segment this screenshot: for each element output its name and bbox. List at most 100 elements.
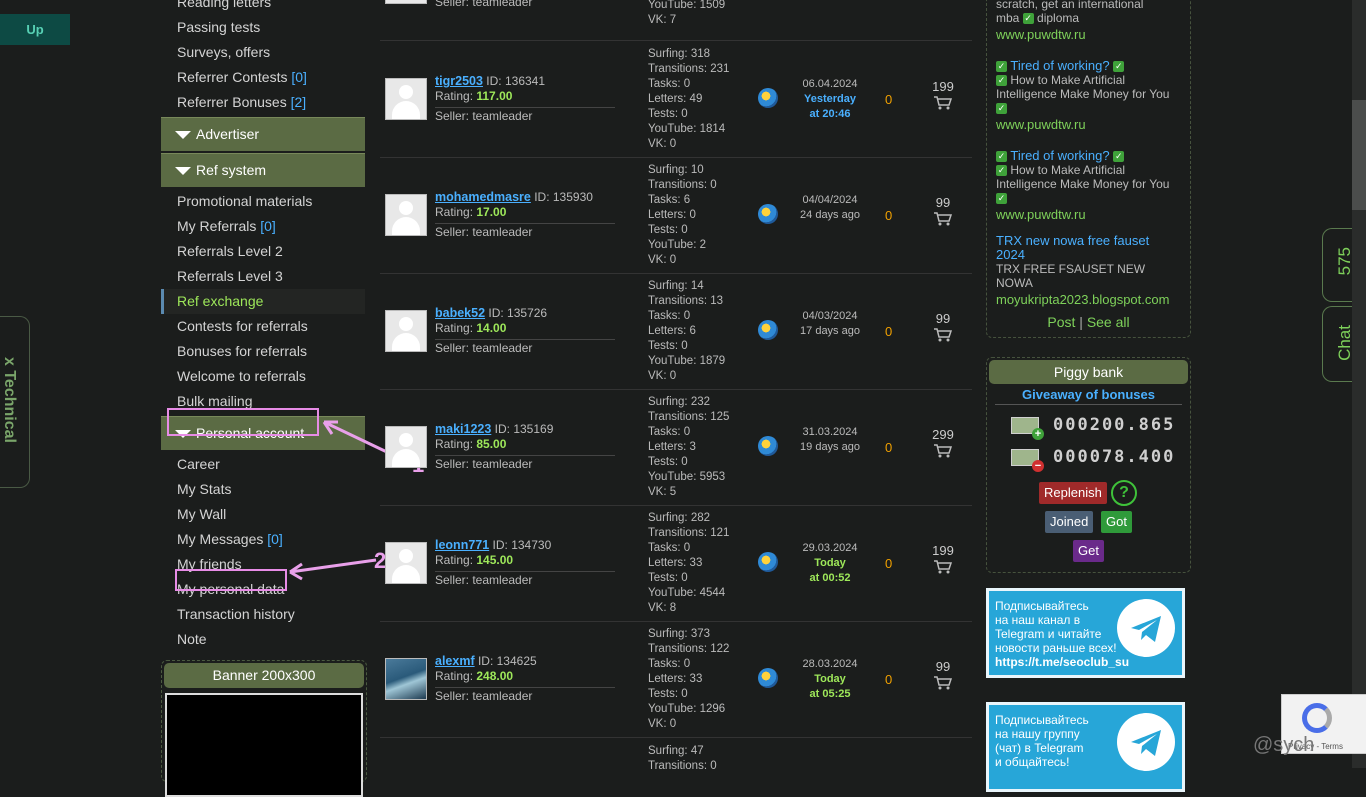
stat-line: Letters: 33 [648, 673, 703, 685]
stat-line: Tests: 0 [648, 108, 688, 120]
cart-icon[interactable] [933, 444, 953, 458]
menu-item-referrals-level-3[interactable]: Referrals Level 3 [161, 264, 365, 289]
price-value: 99 [935, 195, 951, 210]
menu-item-welcome-to-referrals[interactable]: Welcome to referrals [161, 364, 365, 389]
reg-date: 31.03.2024 [802, 426, 858, 438]
menu-item-note[interactable]: Note [161, 627, 365, 652]
cart-icon[interactable] [933, 212, 953, 226]
help-icon[interactable]: ? [1111, 480, 1137, 506]
username-link[interactable]: mohamedmasre [435, 190, 531, 204]
menu-item-promotional-materials[interactable]: Promotional materials [161, 189, 365, 214]
avatar[interactable] [385, 194, 427, 236]
stat-line: Tasks: 0 [648, 658, 691, 670]
rating-value: 17.00 [476, 205, 507, 219]
banner-image[interactable] [165, 693, 363, 797]
referral-count: 0 [885, 92, 893, 107]
table-row: leonn771 ID: 134730 Rating: 145.00 Seller:… [380, 505, 972, 622]
menu-item-surveys-offers[interactable]: Surveys, offers [161, 40, 365, 65]
ad-item[interactable]: ✓ Tired of working? ✓ ✓ How to Make Artif… [996, 149, 1181, 222]
giveaway-title: Giveaway of bonuses [995, 387, 1182, 405]
telegram-link[interactable]: https://t.me/seoclub_su [995, 655, 1129, 669]
joined-button[interactable]: Joined [1045, 511, 1094, 533]
price-value: 99 [935, 659, 951, 674]
last-activity: 19 days ago [800, 441, 860, 453]
username-link[interactable]: babek52 [435, 306, 485, 320]
username-link[interactable]: tigr2503 [435, 74, 483, 88]
technical-tab[interactable]: x Technical [0, 316, 30, 488]
avatar[interactable] [385, 310, 427, 352]
price-block: 99 [925, 311, 961, 342]
referral-count: 0 [885, 672, 893, 687]
menu-item-referrer-bonuses[interactable]: Referrer Bonuses [2] [161, 90, 365, 115]
checkmark-icon: ✓ [996, 193, 1007, 205]
income-value: 000200.865 [1053, 415, 1176, 435]
rating-value: 248.00 [476, 669, 514, 683]
stat-line: VK: 8 [648, 602, 677, 614]
ad-url[interactable]: www.puwdtw.ru [996, 118, 1181, 132]
referral-count: 0 [885, 208, 893, 223]
ad-title[interactable]: Tired of working? [1010, 148, 1109, 163]
ad-item[interactable]: scratch, get an international mba ✓ dipl… [996, 0, 1181, 42]
menu-item-bonuses-for-referrals[interactable]: Bonuses for referrals [161, 339, 365, 364]
date-block: 06.04.2024 Yesterday at 20:46 [790, 77, 870, 122]
menu-item-referrals-level-2[interactable]: Referrals Level 2 [161, 239, 365, 264]
cart-icon[interactable] [933, 676, 953, 690]
triangle-down-icon [175, 167, 191, 176]
last-activity: Today [814, 673, 846, 685]
ad-url[interactable]: www.puwdtw.ru [996, 208, 1181, 222]
avatar[interactable] [385, 426, 427, 468]
cart-icon[interactable] [933, 560, 953, 574]
ad-title[interactable]: TRX new nowa free fauset 2024 [996, 234, 1181, 262]
menu-item-passing-tests[interactable]: Passing tests [161, 15, 365, 40]
username-link[interactable]: alexmf [435, 654, 475, 668]
advertiser-section[interactable]: Advertiser [161, 117, 365, 151]
cart-icon[interactable] [933, 96, 953, 110]
avatar [385, 0, 427, 4]
menu-item-my-referrals[interactable]: My Referrals [0] [161, 214, 365, 239]
ad-item[interactable]: ✓ Tired of working? ✓ ✓ How to Make Artif… [996, 59, 1181, 132]
stat-line: YouTube: 1814 [648, 123, 726, 135]
ads-links: Post | See all [987, 314, 1190, 330]
ad-title[interactable]: Tired of working? [1010, 58, 1109, 73]
stat-line: Letters: 33 [648, 557, 703, 569]
up-button[interactable]: Up [0, 14, 70, 45]
stat-line: Surfing: 373 [648, 628, 711, 640]
scrollbar[interactable] [1352, 0, 1366, 768]
menu-item-transaction-history[interactable]: Transaction history [161, 602, 365, 627]
last-activity: Yesterday [804, 93, 856, 105]
telegram-channel-banner[interactable]: Подписывайтесь на наш канал в Telegram и… [986, 588, 1185, 678]
username-link[interactable]: leonn771 [435, 538, 489, 552]
replenish-button[interactable]: Replenish [1039, 482, 1107, 504]
menu-item-referrer-contests[interactable]: Referrer Contests [0] [161, 65, 365, 90]
see-all-link[interactable]: See all [1087, 314, 1130, 330]
post-link[interactable]: Post [1047, 314, 1075, 330]
checkmark-icon: ✓ [996, 75, 1007, 87]
avatar[interactable] [385, 658, 427, 700]
table-row: alexmf ID: 134625 Rating: 248.00 Seller: t… [380, 621, 972, 738]
telegram-chat-banner[interactable]: Подписывайтесь на нашу группу (чат) в Te… [986, 702, 1185, 792]
user-info: babek52 ID: 135726 Rating: 14.00 Seller: t… [435, 306, 615, 356]
ad-url[interactable]: www.puwdtw.ru [996, 28, 1181, 42]
got-button[interactable]: Got [1101, 511, 1132, 533]
menu-item-ref-exchange[interactable]: Ref exchange [161, 289, 365, 314]
ad-url[interactable]: moyukripta2023.blogspot.com [996, 293, 1181, 307]
stat-line: Tasks: 0 [648, 426, 691, 438]
menu-item-contests-for-referrals[interactable]: Contests for referrals [161, 314, 365, 339]
stat-line: Transitions: 122 [648, 643, 730, 655]
scrollbar-thumb[interactable] [1352, 100, 1366, 210]
menu-item-reading-letters[interactable]: Reading letters [161, 0, 365, 15]
avatar[interactable] [385, 542, 427, 584]
reg-date: 29.03.2024 [802, 542, 858, 554]
user-id: ID: 134730 [492, 538, 552, 552]
ref-system-section[interactable]: Ref system [161, 153, 365, 187]
avatar[interactable] [385, 78, 427, 120]
stats-block: Surfing: 373 Transitions: 122 Tasks: 0 Lett… [648, 627, 758, 732]
ad-item[interactable]: TRX new nowa free fauset 2024 TRX FREE F… [996, 234, 1181, 307]
username-link[interactable]: maki1223 [435, 422, 491, 436]
expense-row: − 000078.400 [1011, 446, 1175, 472]
cart-icon[interactable] [933, 328, 953, 342]
get-button[interactable]: Get [1073, 540, 1104, 562]
stat-line: Surfing: 282 [648, 512, 711, 524]
user-id: ID: 134625 [477, 654, 537, 668]
stats-block: Surfing: 10 Transitions: 0 Tasks: 6 Letters… [648, 163, 758, 268]
